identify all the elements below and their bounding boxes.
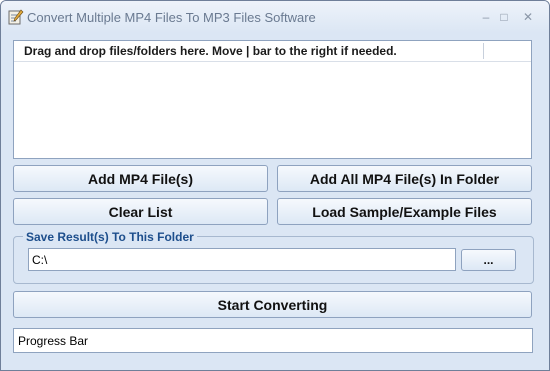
title-bar[interactable]: Convert Multiple MP4 Files To MP3 Files … bbox=[1, 1, 549, 33]
file-list-header[interactable]: Drag and drop files/folders here. Move |… bbox=[14, 41, 531, 62]
add-files-button[interactable]: Add MP4 File(s) bbox=[13, 165, 268, 192]
add-folder-button[interactable]: Add All MP4 File(s) In Folder bbox=[277, 165, 532, 192]
clear-list-button[interactable]: Clear List bbox=[13, 198, 268, 225]
main-window: Convert Multiple MP4 Files To MP3 Files … bbox=[0, 0, 550, 371]
save-folder-input[interactable] bbox=[28, 248, 456, 271]
start-converting-button[interactable]: Start Converting bbox=[13, 291, 532, 318]
browse-folder-button[interactable]: ... bbox=[461, 249, 516, 271]
file-list[interactable]: Drag and drop files/folders here. Move |… bbox=[13, 40, 532, 159]
progress-bar: Progress Bar bbox=[13, 328, 533, 353]
load-sample-button[interactable]: Load Sample/Example Files bbox=[277, 198, 532, 225]
progress-bar-label: Progress Bar bbox=[18, 334, 89, 348]
save-folder-label: Save Result(s) To This Folder bbox=[23, 230, 197, 244]
window-title: Convert Multiple MP4 Files To MP3 Files … bbox=[27, 10, 316, 25]
minimize-button[interactable]: – bbox=[476, 8, 496, 26]
close-button[interactable]: ✕ bbox=[518, 8, 538, 26]
maximize-button[interactable]: □ bbox=[494, 8, 514, 26]
app-icon bbox=[8, 9, 24, 25]
file-list-header-text: Drag and drop files/folders here. Move |… bbox=[24, 44, 397, 58]
column-divider[interactable] bbox=[483, 43, 484, 59]
